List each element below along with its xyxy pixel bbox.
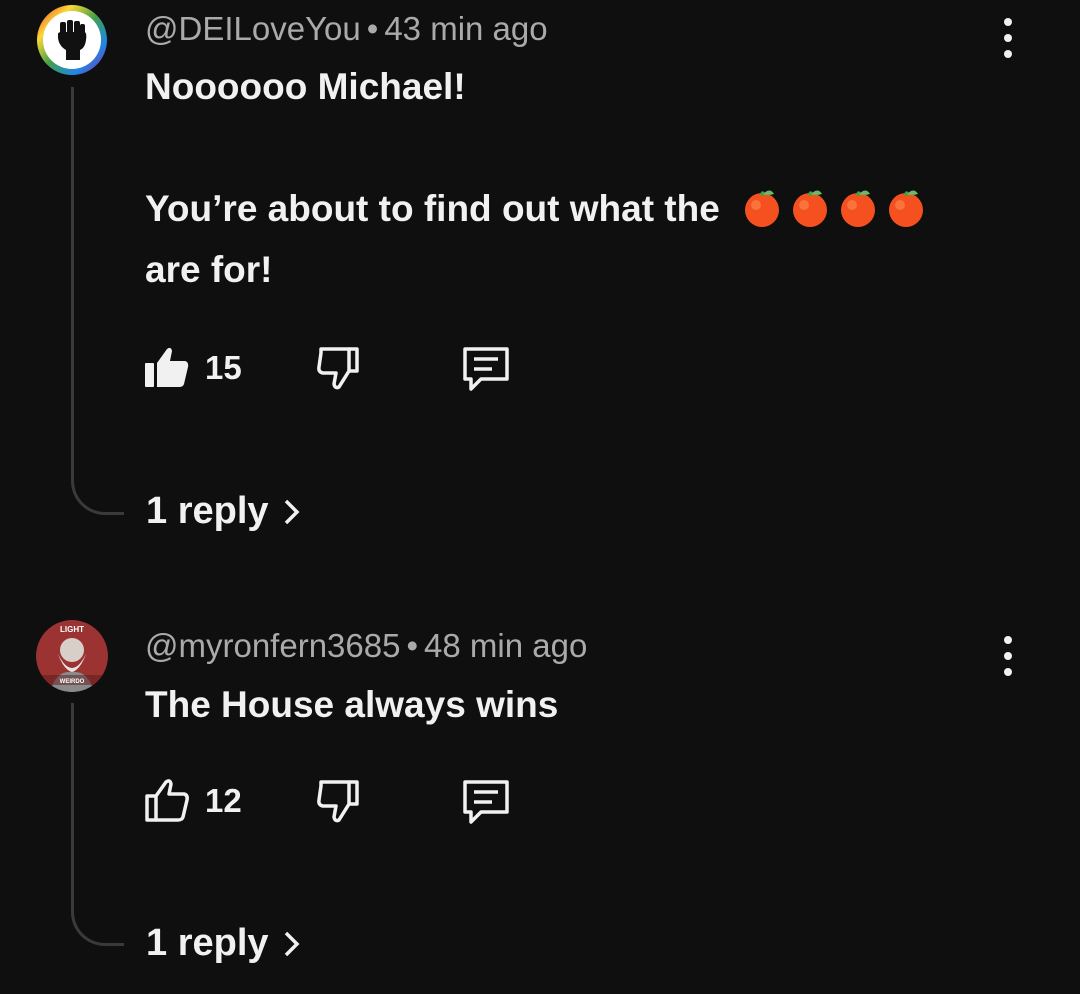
comment-time: 43 min ago bbox=[384, 10, 548, 47]
comment-meta: @DEILoveYou • 43 min ago bbox=[145, 10, 548, 47]
reply-comment-icon bbox=[463, 347, 509, 391]
tangerine-emoji bbox=[745, 190, 780, 227]
avatar[interactable] bbox=[36, 4, 108, 76]
more-options-button[interactable] bbox=[996, 18, 1020, 58]
avatar-caption-bottom: WEIRDO bbox=[60, 679, 85, 685]
chevron-right-icon bbox=[284, 931, 300, 956]
like-count: 15 bbox=[205, 349, 242, 386]
like-count: 12 bbox=[205, 782, 242, 819]
author-handle[interactable]: @myronfern3685 bbox=[145, 627, 400, 664]
thumbs-down-icon bbox=[317, 780, 359, 823]
like-button[interactable] bbox=[143, 343, 191, 396]
comment-text: Noooooo Michael! You’re about to find ou… bbox=[145, 56, 928, 300]
dislike-button[interactable] bbox=[313, 343, 363, 398]
avatar[interactable]: LIGHT WEIRDO bbox=[36, 620, 108, 692]
thumbs-down-icon bbox=[317, 347, 359, 390]
view-replies-link[interactable]: 1 reply bbox=[146, 922, 301, 965]
comment-line: The House always wins bbox=[145, 684, 559, 725]
view-replies-link[interactable]: 1 reply bbox=[146, 490, 301, 533]
comment-meta: @myronfern3685 • 48 min ago bbox=[145, 627, 588, 664]
tangerine-emoji bbox=[793, 190, 828, 227]
comment-text: The House always wins bbox=[145, 674, 558, 735]
author-handle[interactable]: @DEILoveYou bbox=[145, 10, 361, 47]
reply-comment-icon bbox=[463, 780, 509, 824]
chevron-right-icon bbox=[284, 499, 300, 524]
thumbs-up-filled-icon bbox=[145, 347, 189, 387]
avatar-caption-top: LIGHT bbox=[60, 625, 84, 634]
reply-button[interactable] bbox=[459, 343, 513, 398]
comment-line: You’re about to find out what the bbox=[145, 178, 928, 239]
reply-button[interactable] bbox=[459, 776, 513, 831]
more-options-button[interactable] bbox=[996, 636, 1020, 676]
tangerine-emoji bbox=[889, 190, 924, 227]
like-button[interactable] bbox=[143, 776, 191, 829]
comment-line: are for! bbox=[145, 249, 273, 290]
thread-connector bbox=[71, 87, 124, 515]
comment-line: Noooooo Michael! bbox=[145, 66, 466, 107]
comment-actions: 12 bbox=[143, 776, 543, 828]
tangerine-emoji bbox=[841, 190, 876, 227]
thumbs-up-icon bbox=[145, 779, 189, 822]
comment-actions: 15 bbox=[143, 343, 543, 395]
dislike-button[interactable] bbox=[313, 776, 363, 831]
comment-time: 48 min ago bbox=[424, 627, 588, 664]
thread-connector bbox=[71, 703, 124, 946]
